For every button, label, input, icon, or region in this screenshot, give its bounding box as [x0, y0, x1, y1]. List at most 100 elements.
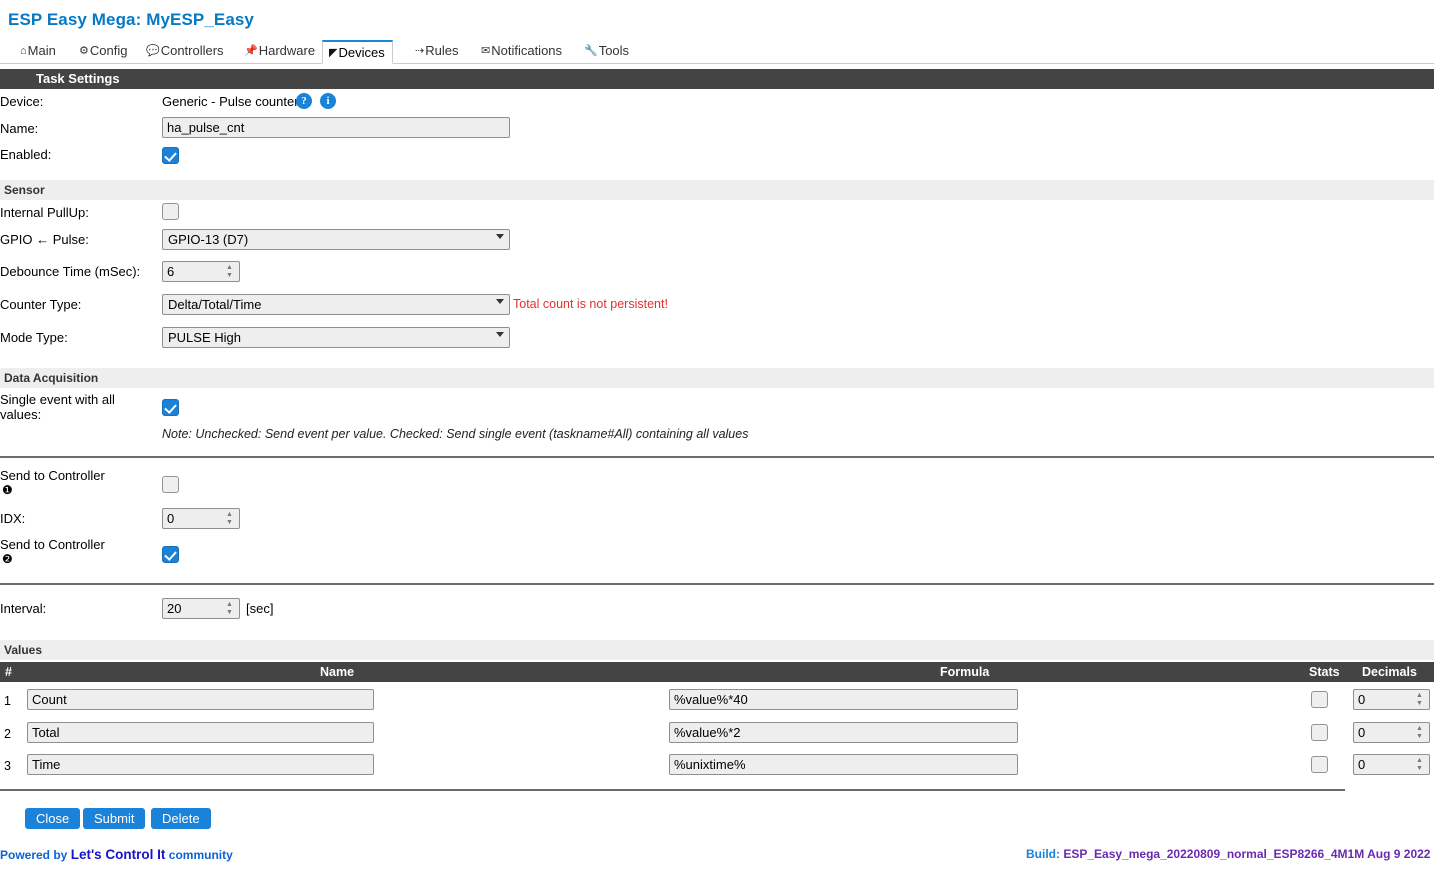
counter-type-label: Counter Type: — [0, 297, 82, 312]
help-icon[interactable]: ? — [296, 93, 312, 109]
nav-tab-rules[interactable]: ⇢Rules — [409, 40, 465, 64]
debounce-time-label: Debounce Time (mSec): — [0, 264, 141, 279]
value-name-input[interactable] — [27, 722, 374, 743]
column-header-decimals: Decimals — [1362, 665, 1417, 679]
divider — [0, 789, 1345, 791]
info-icon[interactable]: i — [320, 93, 336, 109]
value-decimals-value: 0 — [1358, 757, 1366, 772]
brand-link[interactable]: Let's Control It — [71, 847, 166, 862]
main-navigation: ⌂Main ⚙Config 💬Controllers 📌Hardware ◤De… — [0, 40, 1434, 64]
nav-tab-label: Config — [89, 43, 128, 58]
spinner-arrows-icon[interactable]: ▲ ▼ — [1415, 757, 1424, 773]
gear-icon: ⚙ — [79, 45, 89, 57]
close-button[interactable]: Close — [25, 808, 81, 829]
divider — [0, 456, 1434, 458]
value-formula-input[interactable] — [669, 689, 1018, 710]
footer-credit: Powered by Let's Control It community — [0, 847, 233, 862]
value-formula-input[interactable] — [669, 722, 1018, 743]
value-decimals-stepper[interactable]: 0 ▲ ▼ — [1353, 689, 1430, 710]
nav-tab-config[interactable]: ⚙Config — [73, 40, 134, 64]
mode-type-value: PULSE High — [168, 330, 241, 345]
debounce-time-value: 6 — [167, 264, 175, 279]
value-decimals-value: 0 — [1358, 692, 1366, 707]
internal-pullup-checkbox[interactable] — [162, 203, 179, 220]
value-stats-checkbox[interactable] — [1311, 691, 1328, 708]
device-label: Device: — [0, 94, 44, 109]
home-icon: ⌂ — [20, 45, 27, 57]
value-name-input[interactable] — [27, 754, 374, 775]
powered-by-suffix: community — [168, 848, 233, 862]
nav-tab-label: Tools — [598, 43, 630, 58]
counter-type-warning: Total count is not persistent! — [513, 297, 668, 311]
interval-label: Interval: — [0, 601, 47, 616]
nav-tab-label: Devices — [338, 45, 385, 60]
send-to-controller-2-checkbox[interactable] — [162, 546, 179, 563]
nav-tab-label: Notifications — [491, 43, 563, 58]
spinner-arrows-icon[interactable]: ▲ ▼ — [1415, 725, 1424, 741]
spinner-arrows-icon[interactable]: ▲ ▼ — [225, 264, 234, 280]
build-value: ESP_Easy_mega_20220809_normal_ESP8266_4M… — [1063, 847, 1431, 861]
internal-pullup-label: Internal PullUp: — [0, 205, 89, 220]
spinner-arrows-icon[interactable]: ▲ ▼ — [1415, 692, 1424, 708]
enabled-label: Enabled: — [0, 147, 52, 162]
value-decimals-value: 0 — [1358, 725, 1366, 740]
wrench-icon: 🔧 — [584, 45, 598, 57]
spinner-arrows-icon[interactable]: ▲ ▼ — [225, 511, 234, 527]
chevron-down-icon — [496, 234, 504, 239]
table-row-number: 3 — [4, 759, 11, 773]
nav-tab-devices[interactable]: ◤Devices — [322, 40, 393, 64]
nav-tab-hardware[interactable]: 📌Hardware — [238, 40, 322, 64]
mode-type-label: Mode Type: — [0, 330, 68, 345]
counter-type-select[interactable]: Delta/Total/Time — [162, 294, 510, 315]
idx-value: 0 — [167, 511, 175, 526]
column-header-num: # — [5, 665, 12, 679]
interval-stepper[interactable]: 20 ▲ ▼ — [162, 598, 240, 619]
cursor-arrow-icon: ◤ — [329, 47, 338, 59]
divider — [0, 583, 1434, 585]
value-stats-checkbox[interactable] — [1311, 724, 1328, 741]
interval-unit: [sec] — [246, 601, 274, 616]
delete-button[interactable]: Delete — [151, 808, 211, 829]
section-header-values: Values — [0, 640, 1434, 660]
single-event-checkbox[interactable] — [162, 399, 179, 416]
envelope-icon: ✉ — [481, 45, 491, 57]
mode-type-select[interactable]: PULSE High — [162, 327, 510, 348]
nav-tab-controllers[interactable]: 💬Controllers — [140, 40, 231, 64]
value-decimals-stepper[interactable]: 0 ▲ ▼ — [1353, 722, 1430, 743]
enabled-checkbox[interactable] — [162, 147, 179, 164]
name-label: Name: — [0, 121, 39, 136]
counter-type-value: Delta/Total/Time — [168, 297, 262, 312]
controller-1-number: ❶ — [2, 483, 13, 497]
interval-value: 20 — [167, 601, 182, 616]
nav-tab-label: Rules — [425, 43, 459, 58]
value-formula-input[interactable] — [669, 754, 1018, 775]
gpio-pulse-value: GPIO-13 (D7) — [168, 232, 249, 247]
table-row-number: 1 — [4, 694, 11, 708]
controller-2-number: ❷ — [2, 552, 13, 566]
powered-by-prefix: Powered by — [0, 848, 68, 862]
nav-tab-notifications[interactable]: ✉Notifications — [475, 40, 569, 64]
idx-stepper[interactable]: 0 ▲ ▼ — [162, 508, 240, 529]
name-input[interactable] — [162, 117, 510, 138]
device-value: Generic - Pulse counter — [162, 94, 299, 109]
spinner-arrows-icon[interactable]: ▲ ▼ — [225, 601, 234, 617]
single-event-note: Note: Unchecked: Send event per value. C… — [162, 427, 749, 441]
single-event-label: Single event with all values: — [0, 392, 115, 422]
arrow-right-icon: ⇢ — [415, 45, 425, 57]
nav-tab-tools[interactable]: 🔧Tools — [578, 40, 636, 64]
debounce-time-stepper[interactable]: 6 ▲ ▼ — [162, 261, 240, 282]
build-label: Build: — [1026, 847, 1060, 861]
value-decimals-stepper[interactable]: 0 ▲ ▼ — [1353, 754, 1430, 775]
send-to-controller-1-checkbox[interactable] — [162, 476, 179, 493]
value-name-input[interactable] — [27, 689, 374, 710]
section-header-data-acquisition: Data Acquisition — [0, 368, 1434, 388]
nav-tab-main[interactable]: ⌂Main — [14, 40, 63, 64]
nav-tab-label: Controllers — [160, 43, 224, 58]
nav-tab-label: Main — [27, 43, 56, 58]
submit-button[interactable]: Submit — [83, 808, 146, 829]
page-root: ESP Easy Mega: MyESP_Easy ⌂Main ⚙Config … — [0, 0, 1434, 876]
gpio-pulse-select[interactable]: GPIO-13 (D7) — [162, 229, 510, 250]
table-row-number: 2 — [4, 727, 11, 741]
column-header-name: Name — [320, 665, 355, 679]
value-stats-checkbox[interactable] — [1311, 756, 1328, 773]
